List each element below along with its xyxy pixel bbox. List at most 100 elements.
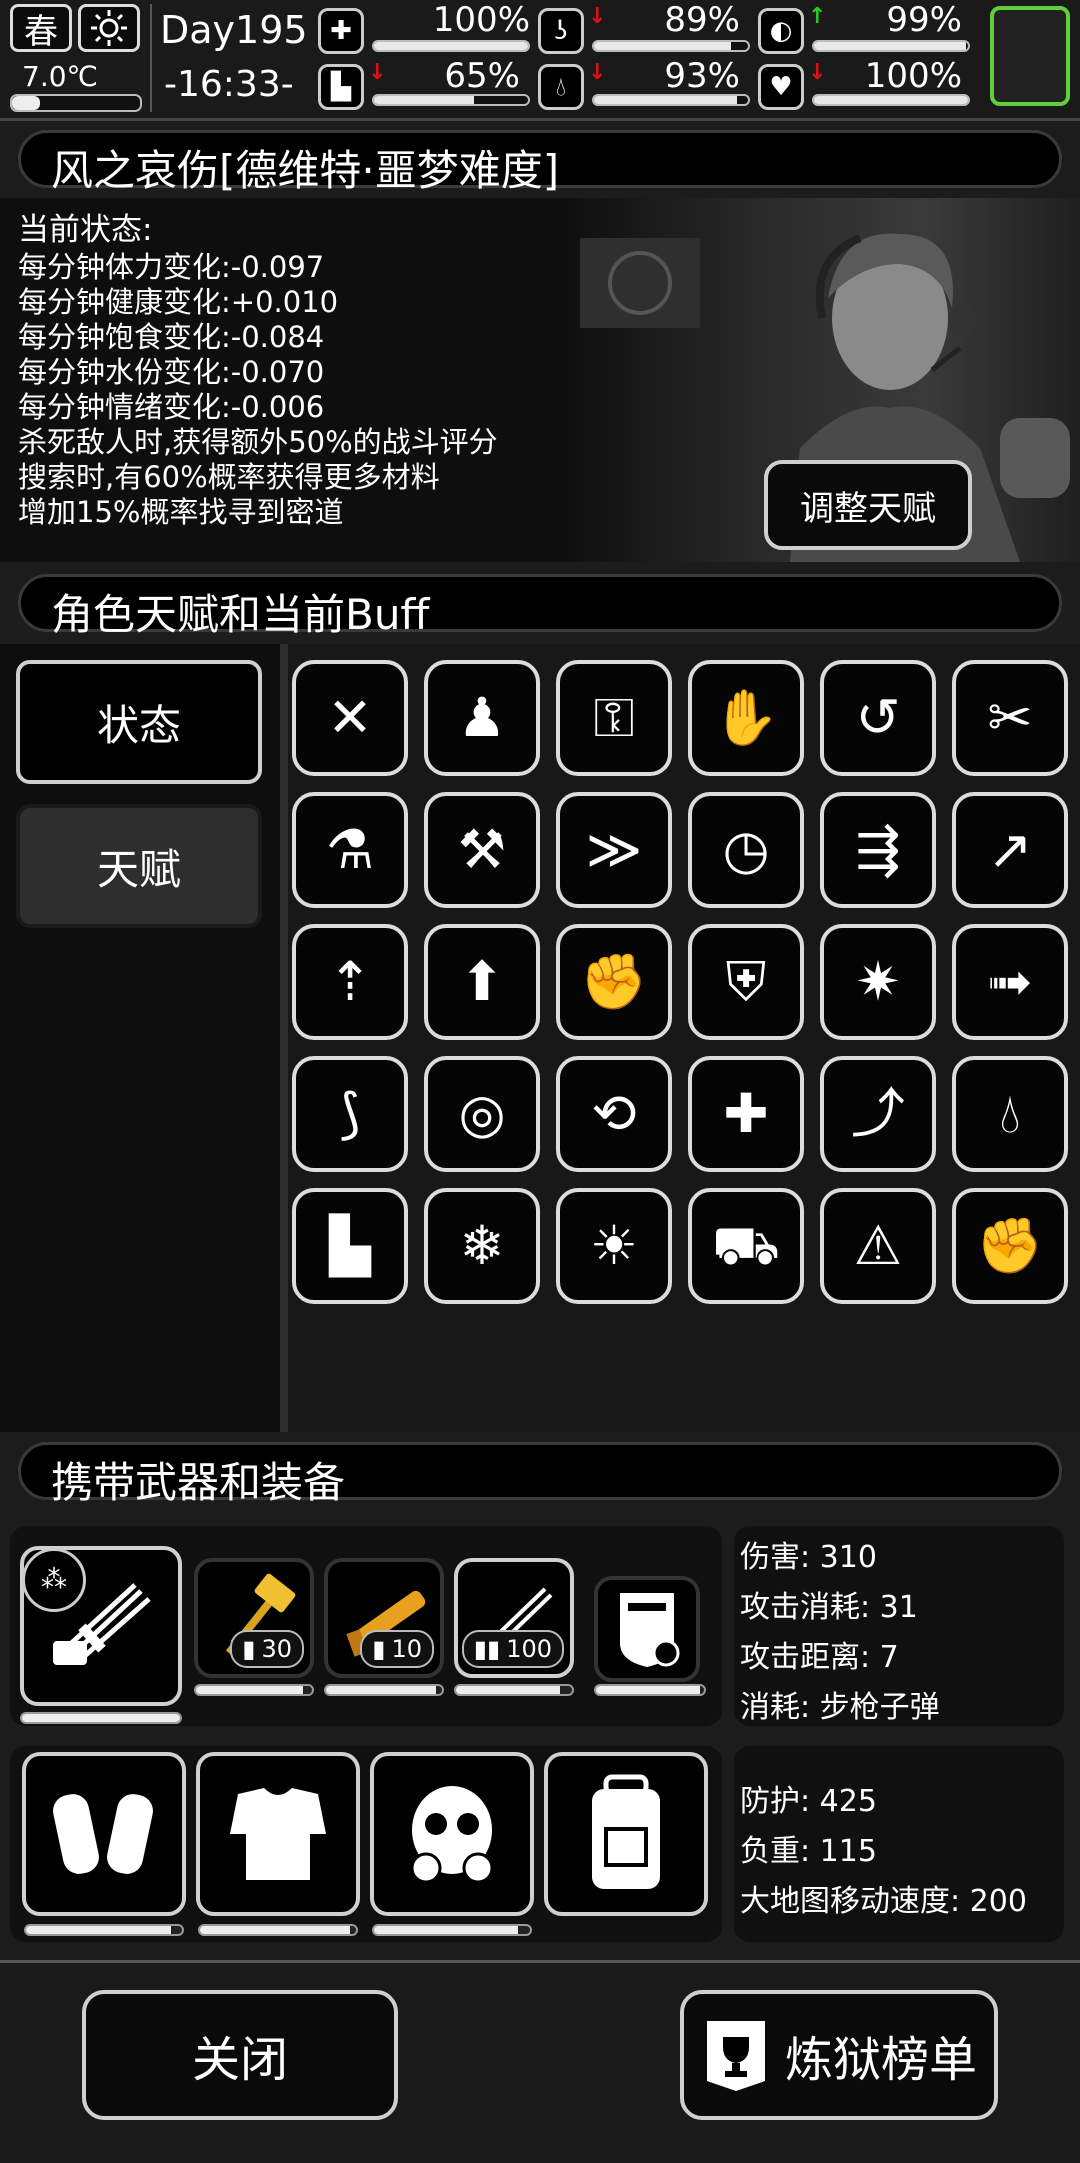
- talent-slot[interactable]: ⚒: [424, 792, 540, 908]
- shoe-speed-icon: ≫: [585, 818, 643, 881]
- stamina-value: 65%: [444, 56, 520, 96]
- ammo-count: ▮ 10: [360, 1630, 434, 1668]
- stomach-cut-icon: ⟆: [339, 1082, 361, 1145]
- talent-slot[interactable]: ⬆: [424, 924, 540, 1040]
- talent-slot[interactable]: ⚗: [292, 792, 408, 908]
- talent-slot[interactable]: ↗: [952, 792, 1068, 908]
- stomach-up-icon: ⤴: [851, 1082, 905, 1145]
- talent-slot[interactable]: ➟: [952, 924, 1068, 1040]
- talent-slot[interactable]: ≫: [556, 792, 672, 908]
- talent-slot[interactable]: ◷: [688, 792, 804, 908]
- medkit-up-icon: ✚: [723, 1082, 769, 1145]
- close-button[interactable]: 关闭: [82, 1990, 398, 2120]
- sun-icon: [78, 4, 140, 52]
- armor-up-icon: ⬆: [459, 950, 505, 1013]
- snowflake-up-icon: ❄: [459, 1214, 505, 1277]
- equipment-section-header: 携带武器和装备: [18, 1442, 1062, 1507]
- armor-slot-arms[interactable]: [22, 1752, 186, 1916]
- weapon-range: 攻击距离: 7: [740, 1640, 899, 1675]
- fist-fire-icon: ✊: [580, 950, 648, 1013]
- status-heading: 当前状态:: [18, 212, 153, 248]
- status-line: 增加15%概率找寻到密道: [18, 495, 344, 529]
- talent-slot[interactable]: ✂: [952, 660, 1068, 776]
- sprint-icon: ➟: [987, 950, 1033, 1013]
- hammer-plant-icon: ⚒: [457, 818, 507, 881]
- armor-slot-head[interactable]: [370, 1752, 534, 1916]
- quick-slot-button[interactable]: [990, 6, 1070, 106]
- armor-carry-weight: 负重: 115: [740, 1834, 877, 1869]
- claw-arm-icon: ⟲: [591, 1082, 637, 1145]
- talent-slot[interactable]: ⛟: [688, 1188, 804, 1304]
- talent-slot[interactable]: ◎: [424, 1056, 540, 1172]
- arm-guards-icon: [53, 1794, 153, 1874]
- water-drop-icon: 💧︎: [538, 64, 584, 110]
- talent-slot[interactable]: ✋: [688, 660, 804, 776]
- talent-slot[interactable]: ✊: [556, 924, 672, 1040]
- weapon-slot-4[interactable]: ▮▮ 100: [454, 1558, 574, 1678]
- season-badge: 春: [10, 4, 72, 52]
- weapon-slot-3[interactable]: ▮ 10: [324, 1558, 444, 1678]
- shoe-boost-icon: ⇶: [855, 818, 901, 881]
- season-label: 春: [24, 11, 58, 52]
- water-value: 93%: [664, 56, 740, 96]
- hunger-value: 89%: [664, 0, 740, 40]
- status-panel: 当前状态: 每分钟体力变化:-0.097 每分钟健康变化:+0.010 每分钟饱…: [0, 198, 1080, 562]
- armor-map-speed: 大地图移动速度: 200: [740, 1884, 1027, 1919]
- weapon-ammo-type: 消耗: 步枪子弹: [740, 1690, 940, 1725]
- status-bar: 春 7.0℃ Day195 -16:33- ✚ 100% ʖ ↓ 89% ◐ ↑…: [0, 0, 1080, 121]
- weapon-slot-5[interactable]: [594, 1576, 700, 1682]
- target-up-icon: ◎: [458, 1082, 506, 1145]
- talent-slot[interactable]: ⟲: [556, 1056, 672, 1172]
- talent-slot[interactable]: ▙: [292, 1188, 408, 1304]
- flask-icon: ⚗: [325, 818, 375, 881]
- talent-slot[interactable]: ⛨: [688, 924, 804, 1040]
- tools-icon: ✂: [987, 686, 1033, 749]
- talent-slot[interactable]: ✷: [820, 924, 936, 1040]
- shield-up-icon: ⛨: [725, 950, 767, 1013]
- armor-slot-backpack[interactable]: [544, 1752, 708, 1916]
- talent-slot[interactable]: ⇶: [820, 792, 936, 908]
- talent-slot[interactable]: 💧︎: [952, 1056, 1068, 1172]
- talent-slot[interactable]: ⚿: [556, 660, 672, 776]
- talents-section-header: 角色天赋和当前Buff: [18, 574, 1062, 639]
- talent-slot[interactable]: ⇡: [292, 924, 408, 1040]
- emotion-value: 100%: [864, 56, 962, 96]
- weapon-slot-2[interactable]: ▮ 30: [194, 1558, 314, 1678]
- bag-icon: ♟: [457, 686, 507, 749]
- talent-slot[interactable]: ↺: [820, 660, 936, 776]
- spray-icon: ⁂: [22, 1548, 86, 1612]
- boot-icon: ▙: [318, 64, 364, 110]
- talent-slot[interactable]: ♟: [424, 660, 540, 776]
- talent-slot[interactable]: ☀: [556, 1188, 672, 1304]
- tab-status[interactable]: 状态: [16, 660, 262, 784]
- car-icon: ⛟: [712, 1214, 780, 1277]
- weapon-attack-cost: 攻击消耗: 31: [740, 1590, 918, 1625]
- talent-slot[interactable]: ⚠: [820, 1188, 936, 1304]
- recycle-arrow-icon: ↺: [855, 686, 901, 749]
- gas-mask-icon: [410, 1786, 494, 1884]
- hell-ranking-button[interactable]: 炼狱榜单: [680, 1990, 998, 2120]
- first-aid-icon: ✚: [318, 8, 364, 54]
- weapon-damage: 伤害: 310: [740, 1540, 877, 1575]
- armor-slot-body[interactable]: [196, 1752, 360, 1916]
- lockpick-icon: ⚿: [593, 686, 635, 749]
- talent-slot[interactable]: ✊: [952, 1188, 1068, 1304]
- talent-slot[interactable]: ✕: [292, 660, 408, 776]
- day-counter: Day195: [160, 8, 308, 52]
- tab-talents[interactable]: 天赋: [16, 804, 262, 928]
- talent-slot[interactable]: ⟆: [292, 1056, 408, 1172]
- talent-slot[interactable]: ⤴: [820, 1056, 936, 1172]
- backpack-icon: [592, 1774, 660, 1889]
- flexing-arm-icon: ✊: [976, 1214, 1044, 1277]
- shoe-clock-icon: ◷: [722, 818, 770, 881]
- talent-slot[interactable]: ✚: [688, 1056, 804, 1172]
- talent-slot[interactable]: ❄: [424, 1188, 540, 1304]
- ammo-count: ▮ 30: [230, 1630, 304, 1668]
- car-warning-icon: ⚠: [853, 1214, 903, 1277]
- weapon-slot-main[interactable]: ⁂: [20, 1546, 182, 1706]
- close-label: 关闭: [191, 2032, 288, 2088]
- ammo-count: ▮▮ 100: [461, 1630, 564, 1668]
- adjust-talent-button[interactable]: 调整天赋: [764, 460, 972, 550]
- health-value: 100%: [432, 0, 530, 40]
- equipment-section-title: 携带武器和装备: [51, 1458, 346, 1507]
